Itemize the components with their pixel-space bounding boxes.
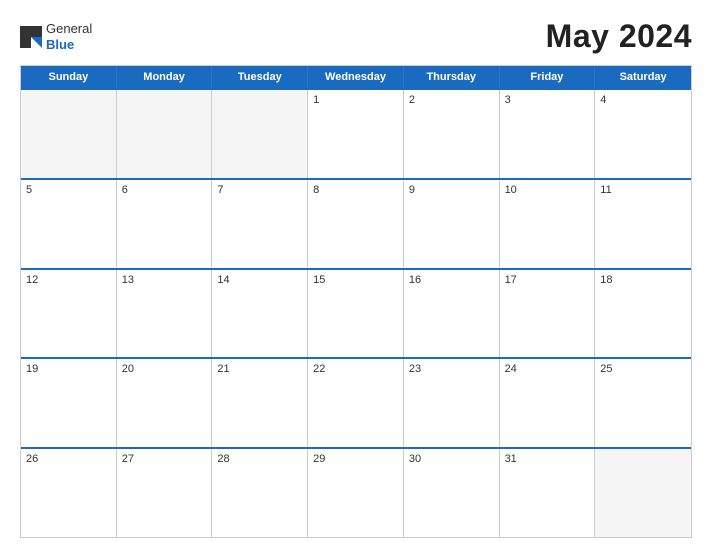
day-number: 13 <box>122 274 207 286</box>
day-number: 7 <box>217 184 302 196</box>
day-number: 24 <box>505 363 590 375</box>
week-row-2: 56789 10 11 <box>21 178 691 268</box>
logo-text: GeneralBlue <box>46 21 92 52</box>
day-headers: SundayMondayTuesdayWednesdayThursdayFrid… <box>21 66 691 88</box>
day-cell <box>595 449 691 537</box>
day-number: 28 <box>217 453 302 465</box>
day-number: 29 <box>313 453 398 465</box>
header: GeneralBlue May 2024 <box>20 18 692 55</box>
day-cell: 14 <box>212 270 308 358</box>
day-cell: 25 <box>595 359 691 447</box>
day-cell: 2 <box>404 90 500 178</box>
logo: GeneralBlue <box>20 21 92 52</box>
day-cell: 15 <box>308 270 404 358</box>
day-number: 14 <box>217 274 302 286</box>
day-number: 3 <box>505 94 590 106</box>
day-number: 12 <box>26 274 111 286</box>
day-number: 22 <box>313 363 398 375</box>
day-number: 4 <box>600 94 686 106</box>
day-cell <box>21 90 117 178</box>
day-header-wednesday: Wednesday <box>308 66 404 88</box>
day-number: 6 <box>122 184 207 196</box>
day-number: 23 <box>409 363 494 375</box>
day-cell: 4 <box>595 90 691 178</box>
day-cell: 22 <box>308 359 404 447</box>
day-cell: 8 <box>308 180 404 268</box>
day-number: 10 <box>505 184 590 196</box>
day-number: 26 <box>26 453 111 465</box>
day-cell: 28 <box>212 449 308 537</box>
day-cell: 10 <box>500 180 596 268</box>
week-row-3: 12 13 14 15 16 17 18 <box>21 268 691 358</box>
day-cell: 6 <box>117 180 213 268</box>
day-number: 19 <box>26 363 111 375</box>
day-number: 2 <box>409 94 494 106</box>
day-cell <box>212 90 308 178</box>
day-cell: 1 <box>308 90 404 178</box>
day-cell: 26 <box>21 449 117 537</box>
day-number: 16 <box>409 274 494 286</box>
month-title: May 2024 <box>546 18 692 55</box>
day-header-monday: Monday <box>117 66 213 88</box>
day-header-thursday: Thursday <box>404 66 500 88</box>
day-number: 18 <box>600 274 686 286</box>
day-cell: 9 <box>404 180 500 268</box>
day-cell: 17 <box>500 270 596 358</box>
day-cell: 18 <box>595 270 691 358</box>
day-number: 1 <box>313 94 398 106</box>
day-cell: 16 <box>404 270 500 358</box>
day-number: 15 <box>313 274 398 286</box>
day-header-saturday: Saturday <box>595 66 691 88</box>
day-number: 20 <box>122 363 207 375</box>
day-number: 21 <box>217 363 302 375</box>
day-number: 9 <box>409 184 494 196</box>
day-number: 17 <box>505 274 590 286</box>
day-cell: 7 <box>212 180 308 268</box>
day-cell: 11 <box>595 180 691 268</box>
day-cell: 29 <box>308 449 404 537</box>
day-cell: 24 <box>500 359 596 447</box>
day-cell: 27 <box>117 449 213 537</box>
logo-icon <box>20 26 42 48</box>
calendar-page: GeneralBlue May 2024 SundayMondayTuesday… <box>0 0 712 550</box>
day-cell: 3 <box>500 90 596 178</box>
day-cell: 12 <box>21 270 117 358</box>
day-cell <box>117 90 213 178</box>
day-header-sunday: Sunday <box>21 66 117 88</box>
day-header-tuesday: Tuesday <box>212 66 308 88</box>
day-number: 11 <box>600 184 686 196</box>
day-header-friday: Friday <box>500 66 596 88</box>
day-cell: 21 <box>212 359 308 447</box>
calendar: SundayMondayTuesdayWednesdayThursdayFrid… <box>20 65 692 538</box>
day-cell: 20 <box>117 359 213 447</box>
day-number: 25 <box>600 363 686 375</box>
day-number: 27 <box>122 453 207 465</box>
day-cell: 23 <box>404 359 500 447</box>
day-number: 8 <box>313 184 398 196</box>
day-cell: 30 <box>404 449 500 537</box>
day-number: 30 <box>409 453 494 465</box>
day-number: 5 <box>26 184 111 196</box>
day-cell: 13 <box>117 270 213 358</box>
day-cell: 5 <box>21 180 117 268</box>
day-cell: 19 <box>21 359 117 447</box>
week-row-1: 1234 <box>21 88 691 178</box>
week-row-4: 19 20 21 22 23 24 25 <box>21 357 691 447</box>
weeks: 1234567891011121314151617181920212223242… <box>21 88 691 537</box>
day-cell: 31 <box>500 449 596 537</box>
day-number: 31 <box>505 453 590 465</box>
week-row-5: 26 27 28 29 30 31 <box>21 447 691 537</box>
